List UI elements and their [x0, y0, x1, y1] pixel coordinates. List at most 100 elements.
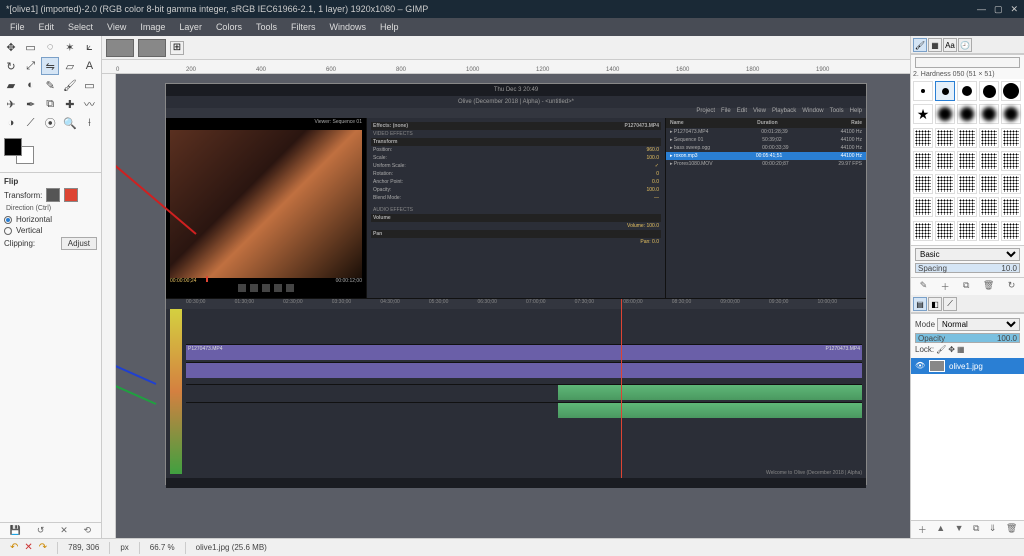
brush-preset[interactable] — [957, 104, 977, 124]
image-tab-1[interactable] — [106, 39, 134, 57]
pencil-tool[interactable]: ✎ — [41, 76, 59, 94]
menu-select[interactable]: Select — [62, 20, 99, 34]
brush-preset[interactable] — [957, 81, 977, 101]
unit-select[interactable]: px — [120, 543, 128, 552]
rotate-tool[interactable]: ↻ — [2, 57, 20, 75]
crop-tool[interactable]: ⟀ — [80, 38, 98, 56]
brush-preset[interactable] — [1001, 128, 1021, 148]
rect-select[interactable]: ▭ — [22, 38, 40, 56]
brush-preset[interactable] — [979, 221, 999, 241]
brush-preset[interactable] — [935, 197, 955, 217]
brush-preset[interactable] — [913, 81, 933, 101]
brush-preset[interactable] — [913, 197, 933, 217]
goto-start-icon[interactable] — [238, 284, 246, 292]
brush-preset[interactable] — [1001, 104, 1021, 124]
channels-tab[interactable]: ◧ — [928, 297, 942, 311]
patterns-tab[interactable]: ▦ — [928, 38, 942, 52]
direction-vertical-radio[interactable]: Vertical — [4, 226, 97, 235]
menu-filters[interactable]: Filters — [285, 20, 322, 34]
brush-preset[interactable] — [935, 81, 955, 101]
bucket-fill[interactable]: ▰ — [2, 76, 20, 94]
dodge-tool[interactable]: ◑ — [2, 114, 20, 132]
brush-preset[interactable] — [935, 221, 955, 241]
menu-view[interactable]: View — [101, 20, 132, 34]
edit-brush-icon[interactable]: ✎ — [920, 280, 928, 293]
brush-preset[interactable] — [957, 221, 977, 241]
merge-icon[interactable]: ⇓ — [989, 523, 997, 536]
raise-layer-icon[interactable]: ▲ — [936, 523, 945, 536]
brush-preset[interactable] — [979, 197, 999, 217]
scale-tool[interactable]: ⤢ — [22, 57, 40, 75]
brush-preset[interactable] — [1001, 221, 1021, 241]
ink-tool[interactable]: ✒ — [22, 95, 40, 113]
brush-preset[interactable] — [935, 174, 955, 194]
canvas[interactable]: Thu Dec 3 20:49 Olive (December 2018 | A… — [116, 74, 910, 538]
menu-colors[interactable]: Colors — [210, 20, 248, 34]
visibility-icon[interactable]: 👁 — [915, 361, 925, 371]
layer-row[interactable]: 👁 olive1.jpg — [911, 358, 1024, 374]
move-tool[interactable]: ✥ — [2, 38, 20, 56]
brush-preset[interactable] — [935, 128, 955, 148]
menu-windows[interactable]: Windows — [323, 20, 372, 34]
brush-preset[interactable] — [935, 151, 955, 171]
airbrush[interactable]: ✈ — [2, 95, 20, 113]
dup-brush-icon[interactable]: ⧉ — [963, 280, 969, 293]
eraser-tool[interactable]: ▭ — [80, 76, 98, 94]
flip-tool[interactable]: ⇋ — [41, 57, 59, 75]
prev-frame-icon[interactable] — [250, 284, 258, 292]
close-button[interactable]: ✕ — [1010, 4, 1018, 15]
history-tab[interactable]: 🕘 — [958, 38, 972, 52]
lock-alpha-icon[interactable]: ▦ — [957, 345, 965, 354]
brush-preset[interactable]: ★ — [913, 104, 933, 124]
paintbrush[interactable]: 🖌 — [61, 76, 79, 94]
reset-icon[interactable]: ⟲ — [84, 525, 92, 536]
brush-preset[interactable] — [1001, 151, 1021, 171]
brush-preset[interactable] — [913, 174, 933, 194]
heal-tool[interactable]: ✚ — [61, 95, 79, 113]
maximize-button[interactable]: ▢ — [994, 4, 1003, 15]
brush-preset[interactable] — [979, 81, 999, 101]
delete-icon[interactable]: ✕ — [60, 525, 68, 536]
transform-selection-icon[interactable] — [64, 188, 78, 202]
zoom-tool[interactable]: 🔍 — [61, 114, 79, 132]
brush-preset[interactable] — [957, 197, 977, 217]
goto-end-icon[interactable] — [286, 284, 294, 292]
brush-group-select[interactable]: Basic — [915, 248, 1020, 261]
path-tool[interactable]: ⟋ — [22, 114, 40, 132]
clone-tool[interactable]: ⧉ — [41, 95, 59, 113]
dup-layer-icon[interactable]: ⧉ — [973, 523, 979, 536]
brush-preset[interactable] — [935, 104, 955, 124]
brush-preset[interactable] — [979, 104, 999, 124]
brush-preset[interactable] — [1001, 197, 1021, 217]
menu-edit[interactable]: Edit — [33, 20, 61, 34]
zoom-select[interactable]: 66.7 % — [150, 543, 175, 552]
menu-image[interactable]: Image — [134, 20, 171, 34]
lock-pixels-icon[interactable]: 🖌 — [936, 345, 946, 354]
refresh-icon[interactable]: ↻ — [1008, 280, 1016, 293]
spacing-slider[interactable]: Spacing 10.0 — [915, 263, 1020, 273]
free-select[interactable]: ◌ — [41, 38, 59, 56]
brush-preset[interactable] — [957, 174, 977, 194]
lock-position-icon[interactable]: ✥ — [948, 345, 955, 354]
color-picker[interactable]: ⦿ — [41, 114, 59, 132]
opacity-slider[interactable]: Opacity 100.0 — [915, 333, 1020, 343]
menu-tools[interactable]: Tools — [250, 20, 283, 34]
new-view-button[interactable]: ⊞ — [170, 41, 184, 55]
paths-tab[interactable]: ⟋ — [943, 297, 957, 311]
lower-layer-icon[interactable]: ▼ — [955, 523, 964, 536]
perspective-tool[interactable]: ▱ — [61, 57, 79, 75]
brush-preset[interactable] — [1001, 81, 1021, 101]
fg-color-swatch[interactable] — [4, 138, 22, 156]
menu-layer[interactable]: Layer — [173, 20, 208, 34]
blend-mode-select[interactable]: Normal — [937, 318, 1020, 331]
minimize-button[interactable]: — — [977, 4, 986, 15]
transform-layer-icon[interactable] — [46, 188, 60, 202]
smudge-tool[interactable]: 〰 — [80, 95, 98, 113]
brush-quick-icon[interactable]: ↷ — [39, 542, 47, 553]
brush-preset[interactable] — [979, 128, 999, 148]
brush-preset[interactable] — [957, 128, 977, 148]
next-frame-icon[interactable] — [274, 284, 282, 292]
brushes-tab[interactable]: 🖌 — [913, 38, 927, 52]
new-brush-icon[interactable]: ＋ — [941, 280, 950, 293]
del-layer-icon[interactable]: 🗑 — [1006, 523, 1017, 536]
